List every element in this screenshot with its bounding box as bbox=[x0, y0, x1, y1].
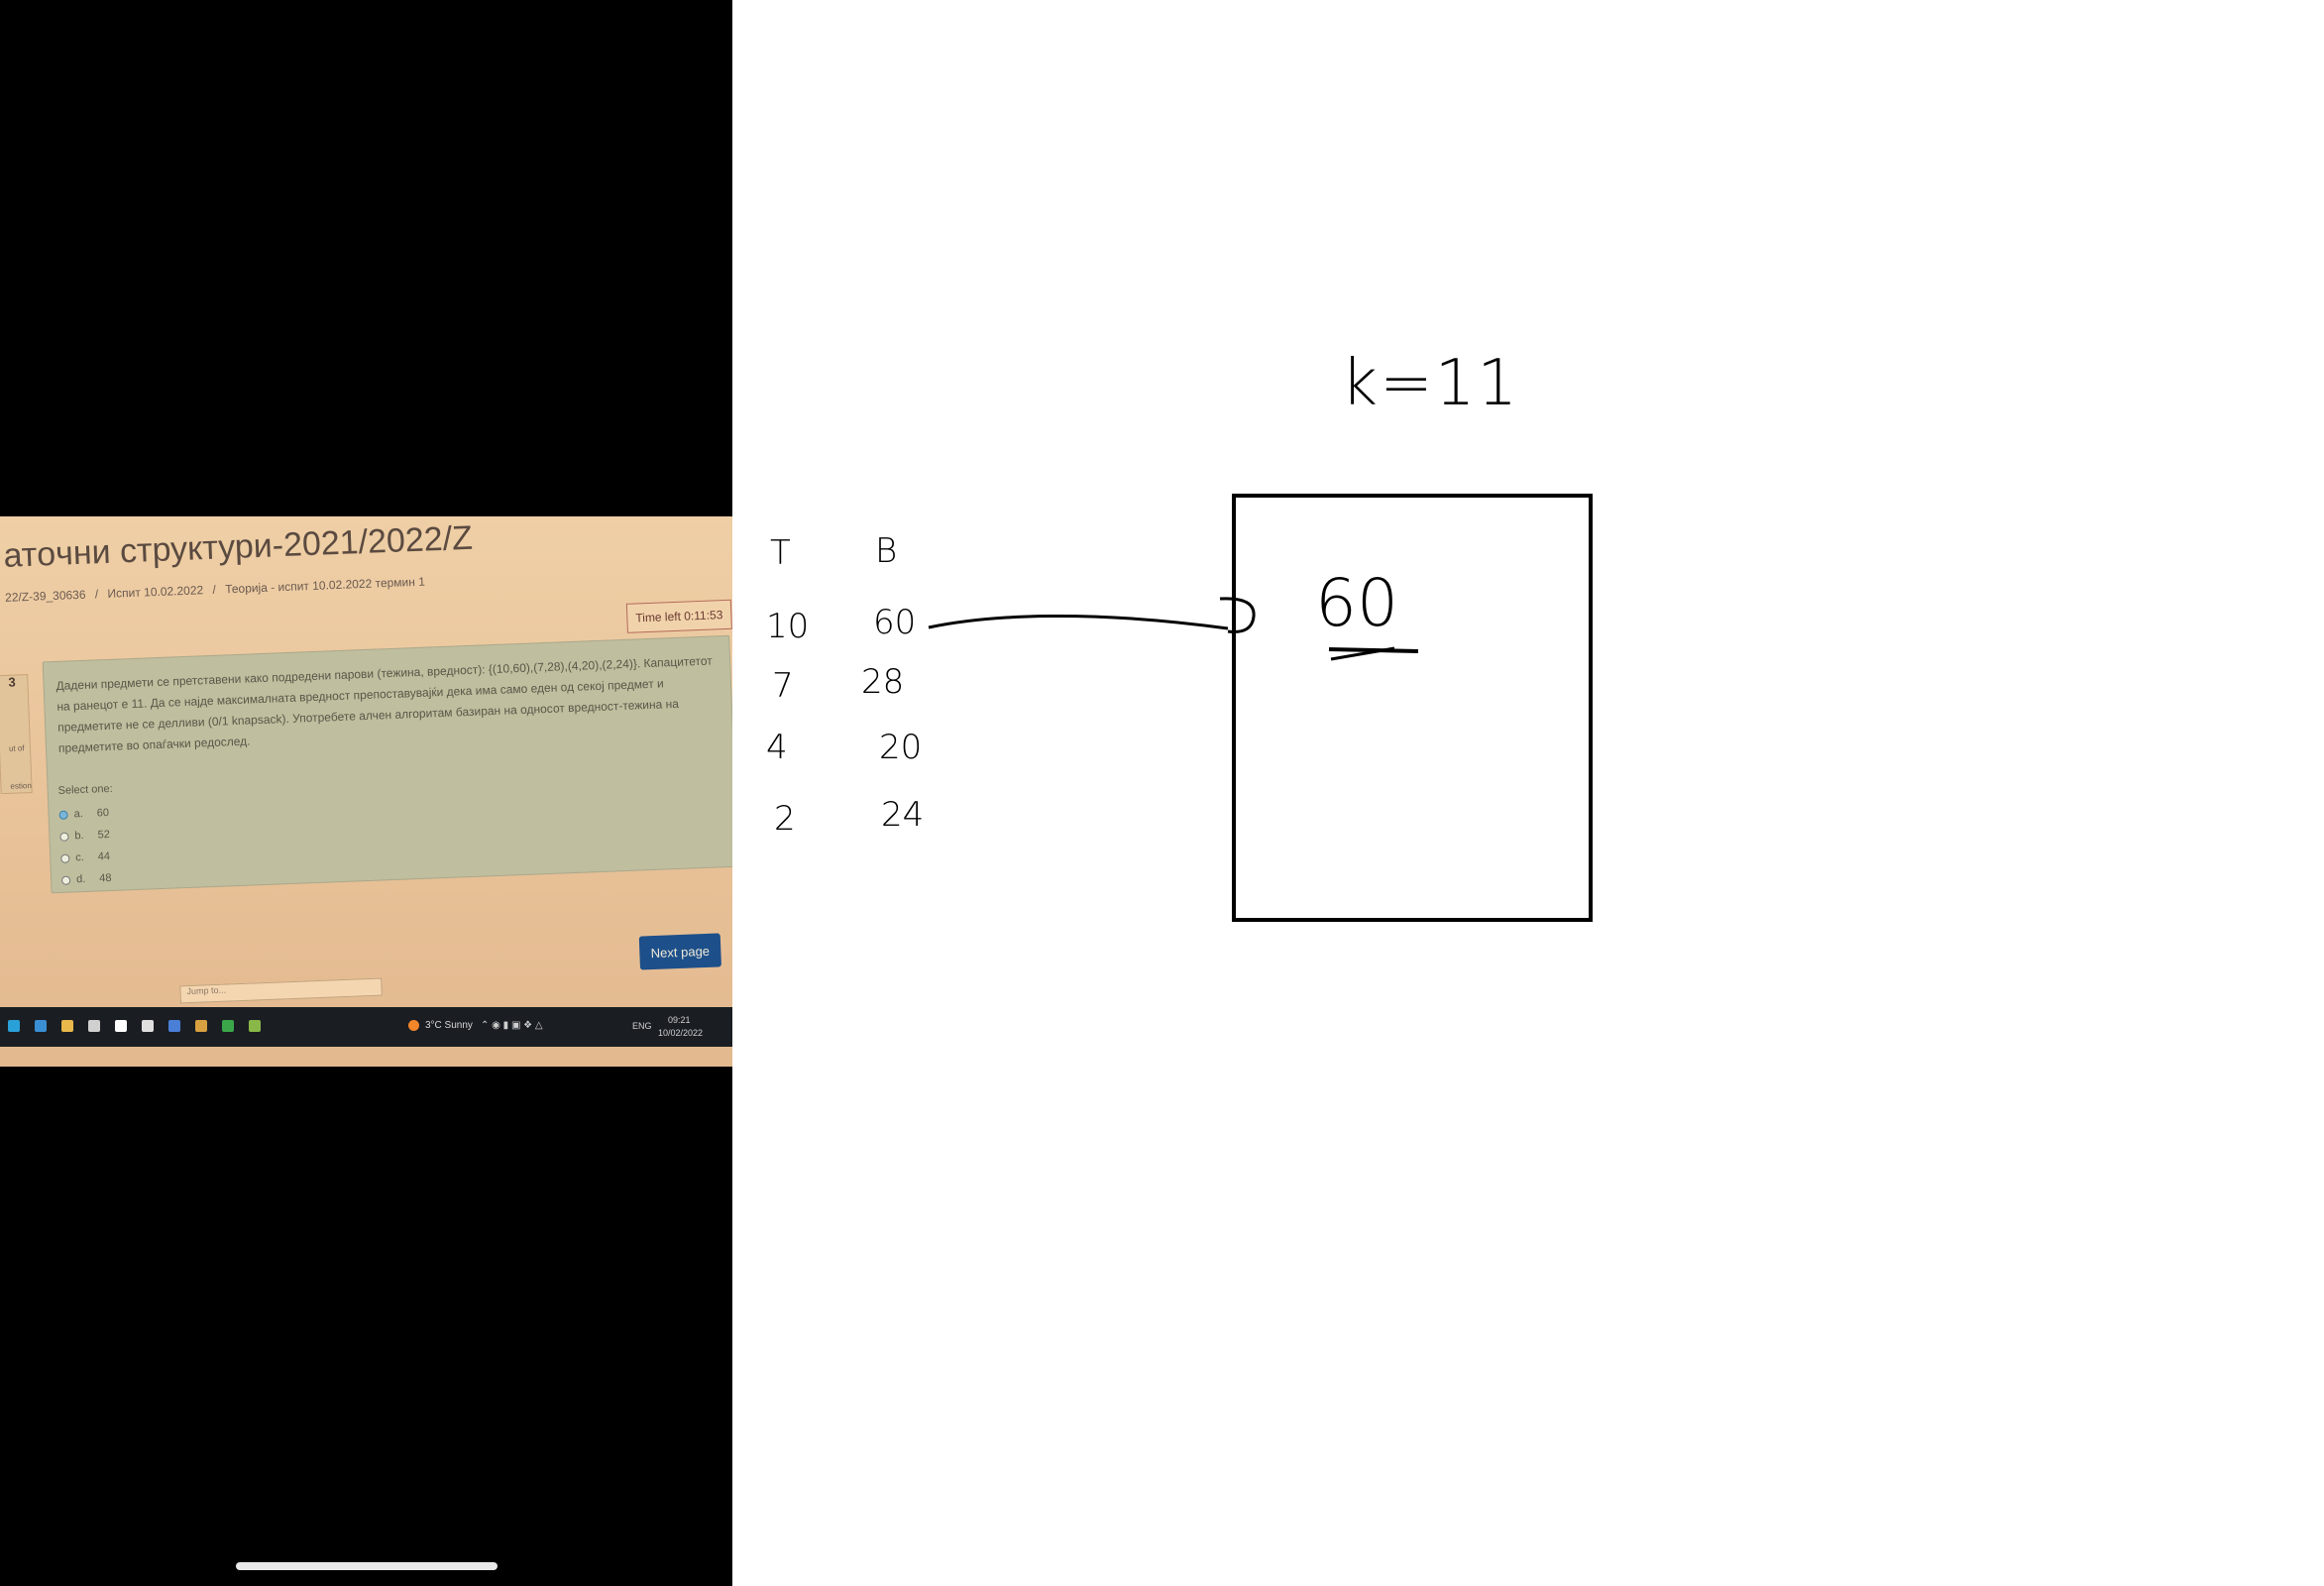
option-value: 60 bbox=[96, 807, 110, 820]
option-b[interactable]: b. 52 bbox=[59, 829, 110, 843]
breadcrumb-item[interactable]: 22/Z-39_30636 bbox=[5, 588, 86, 605]
system-tray[interactable]: ⌃ ◉ ▮ ▣ ❖ △ bbox=[481, 1020, 543, 1031]
question-info-box bbox=[0, 674, 33, 795]
option-a[interactable]: a. 60 bbox=[58, 807, 109, 821]
option-value: 48 bbox=[99, 871, 112, 885]
mail-icon[interactable] bbox=[35, 1020, 47, 1032]
radio-icon[interactable] bbox=[58, 810, 68, 820]
photo-panel: атoчни структури-2021/2022/Z 22/Z-39_306… bbox=[0, 0, 732, 1586]
option-value: 44 bbox=[97, 850, 111, 863]
next-page-button[interactable]: Next page bbox=[638, 933, 721, 970]
weather-text: 3°C Sunny bbox=[425, 1020, 473, 1031]
edge-icon[interactable] bbox=[8, 1020, 20, 1032]
question-number: 3 bbox=[8, 674, 16, 690]
breadcrumb: 22/Z-39_30636 / Испит 10.02.2022 / Теори… bbox=[5, 574, 431, 605]
chrome-icon-2[interactable] bbox=[222, 1020, 234, 1032]
question-text: Дадени предмети се претставени како подр… bbox=[55, 653, 714, 755]
chrome-icon[interactable] bbox=[195, 1020, 207, 1032]
jump-to-select[interactable]: Jump to... bbox=[179, 977, 383, 1004]
exam-screenshot-photo: атoчни структури-2021/2022/Z 22/Z-39_306… bbox=[0, 516, 732, 1067]
option-c[interactable]: c. 44 bbox=[60, 850, 110, 864]
breadcrumb-separator: / bbox=[212, 582, 217, 597]
option-letter: b. bbox=[74, 829, 84, 843]
b-icon[interactable] bbox=[142, 1020, 154, 1032]
option-letter: c. bbox=[75, 851, 85, 864]
arrow-line bbox=[928, 614, 1229, 630]
app-icon[interactable] bbox=[249, 1020, 261, 1032]
folder-icon[interactable] bbox=[61, 1020, 73, 1032]
time-left: Time left 0:11:53 bbox=[625, 599, 732, 633]
breadcrumb-item[interactable]: Теорија - испит 10.02.2022 термин 1 bbox=[225, 575, 425, 597]
option-d[interactable]: d. 48 bbox=[60, 871, 112, 886]
select-one-label: Select one: bbox=[57, 782, 113, 797]
option-letter: d. bbox=[75, 872, 86, 886]
course-title: атoчни структури-2021/2022/Z bbox=[2, 518, 474, 575]
radio-icon[interactable] bbox=[60, 853, 70, 863]
flag-question-link[interactable]: estion bbox=[10, 781, 32, 791]
clock-date[interactable]: 10/02/2022 bbox=[658, 1028, 703, 1038]
breadcrumb-item[interactable]: Испит 10.02.2022 bbox=[107, 583, 203, 601]
arrow-and-underline bbox=[928, 597, 1419, 661]
clock-time[interactable]: 09:21 bbox=[668, 1015, 691, 1025]
option-value: 52 bbox=[97, 828, 111, 842]
dropbox-icon[interactable] bbox=[168, 1020, 180, 1032]
radio-icon[interactable] bbox=[60, 875, 71, 885]
option-letter: a. bbox=[73, 808, 83, 821]
bolt-icon[interactable] bbox=[115, 1020, 127, 1032]
weather-widget[interactable]: 3°C Sunny bbox=[408, 1020, 473, 1031]
sun-icon bbox=[408, 1020, 419, 1031]
language-indicator[interactable]: ENG bbox=[632, 1021, 652, 1031]
home-indicator[interactable] bbox=[236, 1562, 498, 1570]
breadcrumb-separator: / bbox=[94, 587, 99, 602]
whiteboard-canvas[interactable]: k=11 T B 10 60 7 28 4 20 2 24 60 bbox=[732, 0, 2324, 1586]
taskbar: 3°C Sunny ⌃ ◉ ▮ ▣ ❖ △ ENG 09:21 10/02/20… bbox=[0, 1007, 732, 1047]
radio-icon[interactable] bbox=[59, 832, 69, 842]
question-info-text: ut of bbox=[8, 743, 25, 753]
question-box: Дадени предмети се претставени како подр… bbox=[42, 634, 732, 894]
store-icon[interactable] bbox=[88, 1020, 100, 1032]
